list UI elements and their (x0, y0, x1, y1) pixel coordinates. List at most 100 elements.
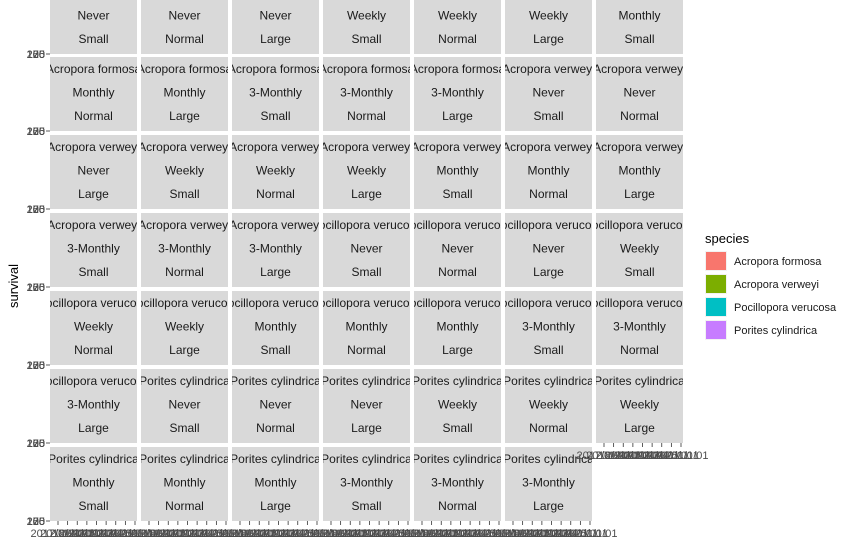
facet-strip-label: Weekly (165, 320, 204, 334)
y-axis-ticks: 100125150175200 (27, 49, 50, 61)
facet-strip-label: Monthly (618, 164, 660, 178)
facet-panel: Never Normal (141, 0, 228, 54)
y-axis-ticks: 100125150175200 (27, 360, 50, 372)
facet-strip-label: Monthly (618, 9, 660, 23)
facet-strip-label: Never (259, 398, 291, 412)
y-axis-ticks: 100125150175200 (27, 282, 50, 294)
legend-title: species (705, 231, 750, 246)
legend-label: Acropora formosa (734, 256, 822, 268)
facet-strip-label: 3-Monthly (431, 86, 484, 100)
facet-panel: Pocillopora verucosa 3-Monthly Normal (596, 291, 683, 365)
facet-panel: Pocillopora verucosa Monthly Large (414, 291, 501, 365)
facet-panel: Acropora formosa Monthly Large (141, 57, 228, 131)
facet-strip-label: Pocillopora verucosa (38, 374, 150, 388)
facet-strip-label: Pocillopora verucosa (493, 296, 605, 310)
y-axis-ticks: 100125150175200 (27, 126, 50, 138)
facet-panel: Pocillopora verucosa Monthly Small (232, 291, 319, 365)
facet-panel: Porites cylindrica Never Normal (230, 369, 321, 443)
legend-entry: Porites cylindrica (705, 320, 818, 340)
facet-strip-label: 3-Monthly (613, 320, 666, 334)
facet-panel: Weekly Small (323, 0, 410, 54)
facet-strip-label: Normal (256, 187, 295, 201)
facet-panel: Acropora verweyi Monthly Large (596, 135, 683, 209)
facet-strip-label: 3-Monthly (158, 242, 211, 256)
facet-strip-label: Small (78, 32, 108, 46)
facet-strip-label: Small (351, 32, 381, 46)
facet-panel: Pocillopora verucosa Never Small (323, 213, 410, 287)
facet-strip-label: 3-Monthly (67, 242, 120, 256)
facet-strip-label: Acropora verweyi (229, 140, 322, 154)
facet-strip-label: Large (169, 343, 200, 357)
facet-strip-label: Weekly (74, 320, 113, 334)
facet-strip-label: Acropora verweyi (138, 140, 231, 154)
facet-strip-label: Pocillopora verucosa (584, 218, 696, 232)
facet-strip-label: 3-Monthly (522, 320, 575, 334)
y-tick-label: 200 (27, 360, 45, 372)
facet-strip-label: Never (77, 9, 109, 23)
legend-label: Porites cylindrica (734, 325, 818, 337)
facet-strip-label: Porites cylindrica (321, 374, 412, 388)
facet-strip-label: Porites cylindrica (412, 374, 503, 388)
facet-strip-label: Small (533, 343, 563, 357)
facet-panel: Porites cylindrica Never Small (141, 369, 228, 443)
facet-strip-label: 3-Monthly (249, 86, 302, 100)
facet-strip-label: Never (168, 9, 200, 23)
facet-panel: Pocillopora verucosa Monthly Normal (311, 291, 423, 365)
facet-panel: Porites cylindrica Weekly Large (596, 369, 683, 443)
facet-panel: Weekly Large (505, 0, 592, 54)
facet-strip-label: Small (351, 499, 381, 513)
facet-panel: Porites cylindrica Monthly Small (50, 447, 137, 521)
facet-strip-label: Small (78, 499, 108, 513)
facet-panel: Acropora verweyi Weekly Normal (229, 135, 322, 209)
facet-panel: Pocillopora verucosa 3-Monthly Large (38, 369, 150, 443)
facet-strip-label: Weekly (347, 9, 386, 23)
facet-panel: Porites cylindrica 3-Monthly Small (323, 447, 410, 521)
facet-strip-label: Monthly (345, 320, 387, 334)
facet-panel: Acropora verweyi Never Small (502, 57, 595, 131)
facet-strip-label: Normal (347, 343, 386, 357)
facet-strip-label: Porites cylindrica (503, 374, 594, 388)
facet-strip-label: Acropora verweyi (47, 140, 140, 154)
facet-strip-label: Normal (620, 343, 659, 357)
facet-strip-label: Small (533, 109, 563, 123)
facet-panel: Never Small (50, 0, 137, 54)
facet-strip-label: Weekly (256, 164, 295, 178)
facet-strip-label: Large (260, 499, 291, 513)
facet-strip-label: Normal (74, 109, 113, 123)
facet-strip-label: Normal (165, 265, 204, 279)
facet-panel: Acropora verweyi Never Normal (596, 57, 683, 131)
y-axis-ticks: 100125150175200 (27, 438, 50, 450)
facet-panel: Pocillopora verucosa 3-Monthly Small (493, 291, 605, 365)
facet-strip-label: Small (624, 32, 654, 46)
facet-strip-label: Normal (438, 499, 477, 513)
legend-swatch (706, 252, 726, 270)
facet-strip-label: Normal (165, 499, 204, 513)
faceted-chart: Never Small Never Normal Never Large Weekly Sma… (6, 0, 837, 538)
x-axis-ticks: 2017/01/012018/01/012019/01/012020/01/01… (576, 443, 709, 462)
facet-panel: Acropora formosa 3-Monthly Normal (323, 57, 410, 131)
facet-panel: Acropora verweyi Monthly Normal (502, 135, 595, 209)
facet-strip-label: Small (442, 421, 472, 435)
x-tick-label: 2025/01/01 (653, 450, 708, 462)
facet-strip-label: 3-Monthly (340, 476, 393, 490)
facet-panel: Acropora verweyi Monthly Small (414, 135, 501, 209)
facet-strip-label: Acropora verweyi (502, 140, 595, 154)
facet-strip-label: Acropora verweyi (502, 62, 595, 76)
facet-strip-label: Normal (438, 32, 477, 46)
facet-strip-label: Acropora verweyi (229, 218, 322, 232)
y-tick-label: 200 (27, 516, 45, 528)
y-axis-ticks: 100125150175200 (27, 516, 50, 528)
facet-strip-label: Never (532, 86, 564, 100)
facet-strip-label: Normal (529, 421, 568, 435)
facet-strip-label: Porites cylindrica (230, 374, 321, 388)
facet-strip-label: Pocillopora verucosa (38, 296, 150, 310)
facet-strip-label: Large (442, 109, 473, 123)
facet-strip-label: Small (78, 265, 108, 279)
facet-strip-label: 3-Monthly (522, 476, 575, 490)
facet-strip-label: Large (351, 187, 382, 201)
facet-strip-label: Normal (620, 109, 659, 123)
y-tick-label: 200 (27, 204, 45, 216)
facet-strip-label: Large (533, 499, 564, 513)
facet-strip-label: Pocillopora verucosa (311, 296, 423, 310)
facet-panel: Pocillopora verucosa Weekly Large (141, 291, 228, 365)
